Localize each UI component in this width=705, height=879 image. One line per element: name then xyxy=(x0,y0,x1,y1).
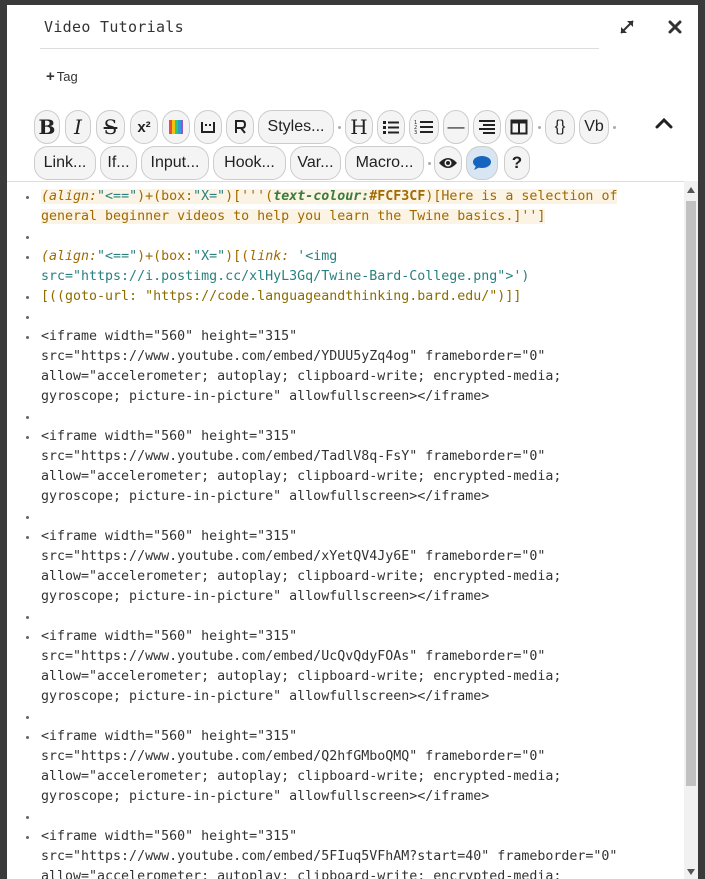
code-line: src="https://www.youtube.com/embed/Q2hfG… xyxy=(41,749,546,764)
macro-button[interactable]: Macro... xyxy=(345,146,424,180)
if-button[interactable]: If... xyxy=(100,146,137,180)
code-line xyxy=(7,707,682,727)
code-line: (align:"<==")+(box:"X=")['''(text-colour… xyxy=(7,187,682,207)
plus-icon: + xyxy=(46,68,55,85)
eye-icon xyxy=(439,158,457,168)
colour-wheel-icon xyxy=(169,120,183,134)
vb-button[interactable]: Vb xyxy=(579,110,609,144)
toolbar-separator xyxy=(338,126,341,129)
collapse-icon xyxy=(201,122,215,133)
speech-bubble-icon xyxy=(473,156,491,170)
code-line: <iframe width="560" height="315" xyxy=(7,327,682,347)
code-line: allow="accelerometer; autoplay; clipboar… xyxy=(41,669,562,684)
code-line: (align:"<==")+(box:"X=")[(link: '<img xyxy=(7,247,682,267)
code-line: gyroscope; picture-in-picture" allowfull… xyxy=(41,589,490,604)
hr-button[interactable]: — xyxy=(443,110,469,144)
title-underline xyxy=(40,48,599,49)
columns-button[interactable] xyxy=(505,110,533,144)
bullet-list-button[interactable] xyxy=(377,110,405,144)
toolbar-separator xyxy=(538,126,541,129)
code-line: <iframe width="560" height="315" xyxy=(7,527,682,547)
code-line: general beginner videos to help you lear… xyxy=(41,209,546,224)
align-button[interactable] xyxy=(473,110,501,144)
code-line: src="https://www.youtube.com/embed/TadlV… xyxy=(41,449,546,464)
superscript-button[interactable]: x² xyxy=(130,110,158,144)
code-line: src="https://www.youtube.com/embed/5FIuq… xyxy=(41,849,618,864)
link-button[interactable]: Link... xyxy=(34,146,96,180)
code-line: src="https://www.youtube.com/embed/xYetQ… xyxy=(41,549,546,564)
var-button[interactable]: Var... xyxy=(290,146,341,180)
code-line: gyroscope; picture-in-picture" allowfull… xyxy=(41,389,490,404)
code-line: src="https://www.youtube.com/embed/UcQvQ… xyxy=(41,649,546,664)
chevron-up-icon[interactable] xyxy=(652,113,676,133)
code-line: allow="accelerometer; autoplay; clipboar… xyxy=(41,769,562,784)
scrollbar-thumb[interactable] xyxy=(686,201,696,786)
passage-editor-dialog: Video Tutorials + Tag B I S x² Styles...… xyxy=(7,5,698,879)
code-line: gyroscope; picture-in-picture" allowfull… xyxy=(41,689,490,704)
heading-button[interactable]: H xyxy=(345,110,373,144)
comment-button[interactable] xyxy=(466,146,498,180)
add-tag-button[interactable]: + Tag xyxy=(46,68,78,85)
special-r-icon xyxy=(235,120,247,134)
numbered-list-icon: 1 2 3 xyxy=(414,120,433,135)
code-line xyxy=(7,407,682,427)
special-button[interactable] xyxy=(226,110,254,144)
close-icon[interactable] xyxy=(665,17,685,37)
code-editor[interactable]: (align:"<==")+(box:"X=")['''(text-colour… xyxy=(7,181,698,879)
code-line xyxy=(7,507,682,527)
code-line: <iframe width="560" height="315" xyxy=(7,627,682,647)
input-button[interactable]: Input... xyxy=(141,146,209,180)
toolbar-separator xyxy=(428,162,431,165)
colour-button[interactable] xyxy=(162,110,190,144)
code-line xyxy=(7,607,682,627)
code-line xyxy=(7,807,682,827)
collapse-button[interactable] xyxy=(194,110,222,144)
code-line: allow="accelerometer; autoplay; clipboar… xyxy=(41,469,562,484)
code-line: src="https://i.postimg.cc/xlHyL3Gq/Twine… xyxy=(41,269,530,284)
code-line xyxy=(7,227,682,247)
code-line: <iframe width="560" height="315" xyxy=(7,727,682,747)
code-lines: (align:"<==")+(box:"X=")['''(text-colour… xyxy=(7,187,682,879)
code-line xyxy=(7,307,682,327)
code-line: src="https://www.youtube.com/embed/YDUU5… xyxy=(41,349,546,364)
vertical-scrollbar[interactable] xyxy=(684,181,698,879)
code-line: allow="accelerometer; autoplay; clipboar… xyxy=(41,869,562,879)
italic-button[interactable]: I xyxy=(65,110,91,144)
bold-button[interactable]: B xyxy=(34,110,60,144)
code-line: <iframe width="560" height="315" xyxy=(7,827,682,847)
code-line: gyroscope; picture-in-picture" allowfull… xyxy=(41,489,490,504)
verbatim-braces-button[interactable]: {} xyxy=(545,110,575,144)
preview-button[interactable] xyxy=(434,146,462,180)
svg-text:3: 3 xyxy=(414,130,417,135)
code-line: <iframe width="560" height="315" xyxy=(7,427,682,447)
toolbar-separator xyxy=(613,126,616,129)
numbered-list-button[interactable]: 1 2 3 xyxy=(409,110,439,144)
columns-icon xyxy=(510,119,528,135)
styles-button[interactable]: Styles... xyxy=(258,110,334,144)
code-line: allow="accelerometer; autoplay; clipboar… xyxy=(41,369,562,384)
passage-title[interactable]: Video Tutorials xyxy=(44,18,184,36)
bullet-list-icon xyxy=(383,121,399,134)
code-line: [((goto-url: "https://code.languageandth… xyxy=(7,287,682,307)
align-right-icon xyxy=(479,120,495,134)
code-line: allow="accelerometer; autoplay; clipboar… xyxy=(41,569,562,584)
scroll-down-arrow-icon[interactable] xyxy=(687,869,695,875)
scroll-up-arrow-icon[interactable] xyxy=(687,187,695,193)
expand-arrows-icon[interactable] xyxy=(617,17,637,37)
tag-button-label: Tag xyxy=(56,69,78,84)
code-line: gyroscope; picture-in-picture" allowfull… xyxy=(41,789,490,804)
hook-button[interactable]: Hook... xyxy=(213,146,286,180)
strikethrough-button[interactable]: S xyxy=(96,110,125,144)
dialog-header: Video Tutorials xyxy=(7,5,698,53)
help-button[interactable]: ? xyxy=(504,146,530,180)
